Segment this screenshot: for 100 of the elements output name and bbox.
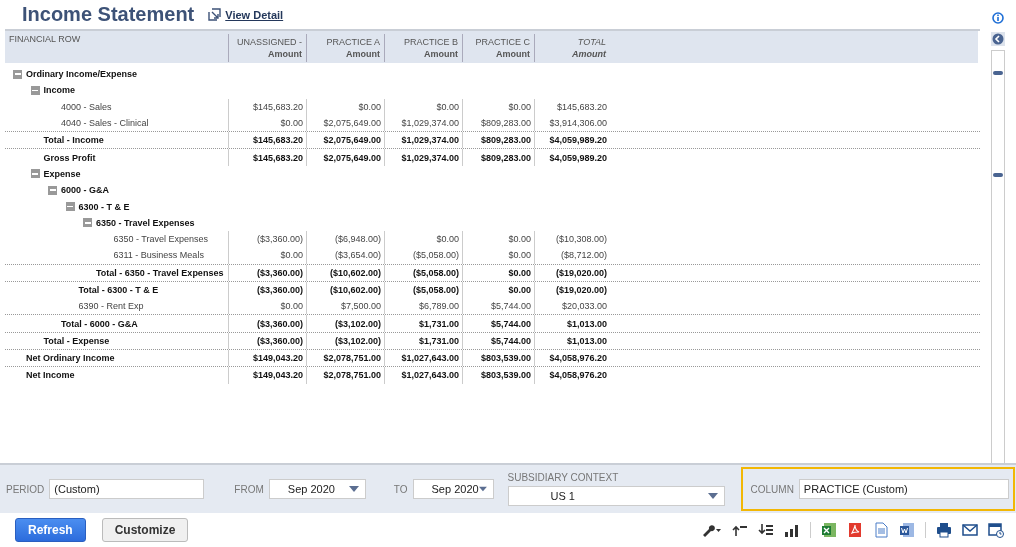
bar-chart-icon[interactable] <box>784 522 800 538</box>
amount-cell: $1,013.00 <box>566 335 607 346</box>
amount-cell: $4,058,976.20 <box>549 370 607 381</box>
dropdown[interactable]: Sep 2020 <box>268 479 366 499</box>
amount-cell: $0.00 <box>436 101 459 112</box>
amount-cell: $149,043.20 <box>252 370 303 381</box>
caret-icon <box>348 486 359 492</box>
row-label: Net Ordinary Income <box>26 353 115 364</box>
amount-cell: ($3,360.00) <box>256 267 303 278</box>
amount-cell: $2,075,649.00 <box>323 152 381 163</box>
row-label: 6300 - T & E <box>78 201 130 212</box>
row-label: Income <box>43 85 75 96</box>
handle-icon[interactable] <box>993 71 1003 75</box>
amount-cell: $1,029,374.00 <box>401 135 459 146</box>
customize-button[interactable]: Customize <box>101 518 189 542</box>
amount-cell: $809,283.00 <box>480 118 531 129</box>
dropdown[interactable]: US 1 <box>507 486 725 506</box>
amount-cell: $0.00 <box>508 285 531 295</box>
amount-cell: $1,029,374.00 <box>401 118 459 129</box>
row-label: Total - 6300 - T & E <box>78 285 159 295</box>
row-label: Total - 6350 - Travel Expenses <box>96 267 224 278</box>
collapse-icon[interactable] <box>30 85 40 95</box>
spreadsheet-icon[interactable] <box>821 522 837 538</box>
amount-cell: ($10,602.00) <box>329 267 381 278</box>
collapse-icon[interactable] <box>48 185 57 195</box>
amount-cell: $0.00 <box>508 101 531 112</box>
column-subtitle: Amount <box>495 48 530 60</box>
amount-cell: $0.00 <box>436 234 459 245</box>
amount-cell: ($6,948.00) <box>334 234 381 245</box>
view-detail-link[interactable]: View Detail <box>225 8 284 21</box>
amount-cell: $4,058,976.20 <box>549 353 607 364</box>
column-subtitle: Amount <box>267 48 302 60</box>
document-icon[interactable] <box>873 522 889 538</box>
column-title: FINANCIAL ROW <box>9 33 82 45</box>
amount-cell: ($5,058.00) <box>412 250 459 261</box>
amount-cell: ($8,712.00) <box>560 250 607 261</box>
column-title: UNASSIGNED - <box>236 36 302 48</box>
column-title: PRACTICE B <box>403 36 458 48</box>
info-icon[interactable] <box>992 12 1004 24</box>
amount-cell: ($5,058.00) <box>412 285 459 295</box>
collapse-icon[interactable] <box>30 169 40 179</box>
amount-cell: ($10,602.00) <box>329 285 381 295</box>
expand-all-icon[interactable] <box>758 522 774 538</box>
amount-cell: $0.00 <box>358 101 381 112</box>
collapse-panel-icon[interactable] <box>991 32 1005 46</box>
row-label: Total - 6000 - G&A <box>61 318 138 329</box>
row-label: Ordinary Income/Expense <box>26 69 138 80</box>
collapse-icon[interactable] <box>65 202 75 211</box>
word-document-icon[interactable] <box>899 522 915 538</box>
column-title: PRACTICE C <box>474 36 530 48</box>
amount-cell: $145,683.20 <box>252 135 303 146</box>
column-subtitle: Amount <box>571 48 606 60</box>
email-icon[interactable] <box>962 522 978 538</box>
column-subtitle: Amount <box>345 48 380 60</box>
filter-label: TO <box>393 483 408 495</box>
filter-field[interactable]: (Custom) <box>49 479 205 499</box>
amount-cell: $1,731.00 <box>418 335 459 346</box>
amount-cell: $2,078,751.00 <box>323 353 381 364</box>
handle-icon[interactable] <box>993 173 1003 177</box>
caret-icon <box>478 486 487 492</box>
amount-cell: $2,075,649.00 <box>323 118 381 129</box>
amount-cell: $5,744.00 <box>490 301 531 312</box>
collapse-icon[interactable] <box>13 69 22 79</box>
amount-cell: $1,027,643.00 <box>401 353 459 364</box>
amount-cell: $0.00 <box>508 234 531 245</box>
amount-cell: $809,283.00 <box>480 135 531 146</box>
amount-cell: $2,078,751.00 <box>323 370 381 381</box>
amount-cell: ($3,360.00) <box>256 335 303 346</box>
collapse-icon[interactable] <box>83 218 92 228</box>
dropdown[interactable]: Sep 2020 <box>412 479 494 499</box>
amount-cell: $1,013.00 <box>566 318 607 329</box>
amount-cell: $6,789.00 <box>418 301 459 312</box>
pdf-icon[interactable] <box>847 522 863 538</box>
amount-cell: ($19,020.00) <box>555 285 607 295</box>
amount-cell: $145,683.20 <box>252 152 303 163</box>
amount-cell: $5,744.00 <box>490 318 531 329</box>
amount-cell: $4,059,989.20 <box>549 135 607 146</box>
amount-cell: $0.00 <box>280 250 303 261</box>
refresh-button[interactable]: Refresh <box>15 518 86 542</box>
row-label: 6311 - Business Meals <box>113 250 204 261</box>
row-label: Net Income <box>26 370 75 381</box>
amount-cell: $20,033.00 <box>561 301 607 312</box>
row-label: 6000 - G&A <box>61 185 110 196</box>
amount-cell: $0.00 <box>508 250 531 261</box>
filter-field[interactable]: PRACTICE (Custom) <box>798 479 1009 499</box>
print-icon[interactable] <box>936 522 952 538</box>
caret-icon <box>707 493 718 499</box>
amount-cell: $7,500.00 <box>340 301 381 312</box>
amount-cell: $803,539.00 <box>480 370 531 381</box>
filter-label: SUBSIDIARY CONTEXT <box>507 472 620 483</box>
amount-cell: $1,731.00 <box>418 318 459 329</box>
row-label: Total - Income <box>43 135 104 146</box>
amount-cell: ($3,654.00) <box>334 250 381 261</box>
external-link-icon[interactable] <box>208 8 222 21</box>
amount-cell: ($3,360.00) <box>256 234 303 245</box>
filter-label: FROM <box>234 483 264 495</box>
schedule-icon[interactable] <box>988 522 1004 538</box>
amount-cell: $0.00 <box>280 301 303 312</box>
column-title: PRACTICE A <box>325 36 380 48</box>
amount-cell: $0.00 <box>280 118 303 129</box>
